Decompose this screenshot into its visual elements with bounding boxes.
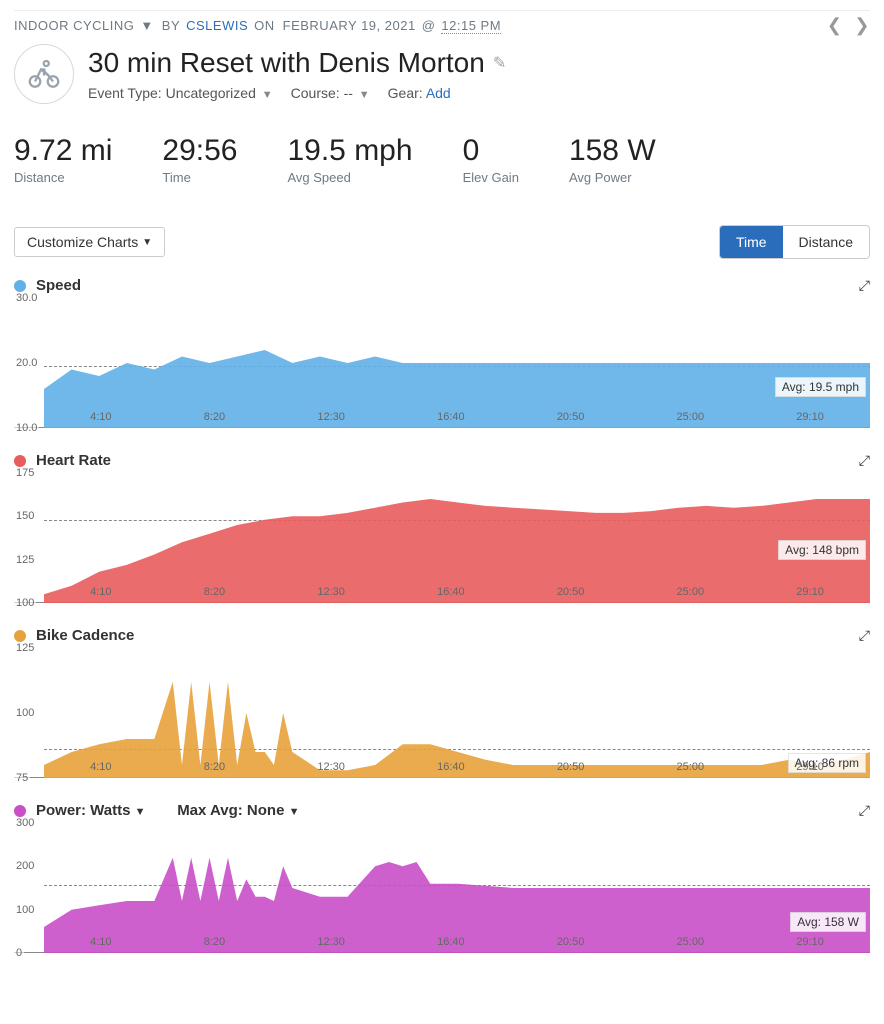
chart-svg — [44, 473, 870, 603]
stat-label: Distance — [14, 170, 112, 185]
gear-field: Gear: Add — [388, 85, 451, 101]
activity-date: FEBRUARY 19, 2021 — [283, 18, 416, 33]
stat-value: 158 W — [569, 134, 656, 168]
chart-hr: Heart Rate ⤢100125150175Avg: 148 bpm4:10… — [14, 452, 870, 603]
chart-area[interactable]: 10.020.030.0Avg: 19.5 mph4:108:2012:3016… — [14, 298, 870, 428]
chart-area[interactable]: 0100200300Avg: 158 W4:108:2012:3016:4020… — [14, 823, 870, 953]
chart-svg — [44, 823, 870, 953]
expand-icon[interactable]: ⤢ — [859, 802, 870, 819]
chart-title-row: Power: Watts ▼ Max Avg: None ▼ ⤢ — [14, 802, 870, 819]
axis-toggle: Time Distance — [719, 225, 870, 259]
breadcrumb-row: INDOOR CYCLING ▼ BY CSLEWIS ON FEBRUARY … — [14, 10, 870, 36]
stat-value: 9.72 mi — [14, 134, 112, 168]
y-tick: 175 — [14, 467, 36, 479]
edit-icon[interactable]: ✎ — [493, 53, 506, 73]
series-color-dot — [14, 630, 26, 642]
y-tick: 125 — [14, 642, 36, 654]
event-type-selector[interactable]: Event Type: Uncategorized ▼ — [88, 85, 273, 101]
stat-label: Avg Speed — [287, 170, 412, 185]
series-color-dot — [14, 280, 26, 292]
at-label: @ — [422, 18, 436, 33]
stat-block: 0 Elev Gain — [463, 134, 519, 185]
avg-badge: Avg: 158 W — [790, 912, 866, 932]
expand-icon[interactable]: ⤢ — [859, 277, 870, 294]
stat-block: 19.5 mph Avg Speed — [287, 134, 412, 185]
gear-add-link[interactable]: Add — [426, 85, 451, 101]
chevron-down-icon: ▼ — [142, 237, 152, 248]
stat-label: Elev Gain — [463, 170, 519, 185]
chevron-down-icon: ▼ — [359, 89, 370, 101]
chart-label: Bike Cadence — [36, 627, 134, 644]
stat-block: 29:56 Time — [162, 134, 237, 185]
stat-label: Avg Power — [569, 170, 656, 185]
y-tick: 10.0 — [14, 422, 39, 434]
axis-time-button[interactable]: Time — [720, 226, 783, 258]
y-tick: 75 — [14, 772, 30, 784]
y-tick: 300 — [14, 817, 36, 829]
chart-title-row: Speed ⤢ — [14, 277, 870, 294]
y-tick: 100 — [14, 707, 36, 719]
course-selector[interactable]: Course: -- ▼ — [291, 85, 370, 101]
y-tick: 100 — [14, 904, 36, 916]
y-tick: 150 — [14, 510, 36, 522]
user-link[interactable]: CSLEWIS — [186, 18, 248, 33]
stat-block: 9.72 mi Distance — [14, 134, 112, 185]
customize-charts-button[interactable]: Customize Charts ▼ — [14, 227, 165, 257]
y-tick: 200 — [14, 860, 36, 872]
activity-title-row: 30 min Reset with Denis Morton ✎ — [88, 47, 506, 79]
y-tick: 0 — [14, 947, 24, 959]
chart-svg — [44, 298, 870, 428]
stat-value: 19.5 mph — [287, 134, 412, 168]
sport-type[interactable]: INDOOR CYCLING — [14, 18, 134, 33]
axis-distance-button[interactable]: Distance — [783, 226, 869, 258]
chevron-down-icon: ▼ — [289, 806, 300, 818]
header: 30 min Reset with Denis Morton ✎ Event T… — [14, 44, 870, 104]
chart-area[interactable]: 75100125Avg: 86 rpm4:108:2012:3016:4020:… — [14, 648, 870, 778]
stat-value: 0 — [463, 134, 519, 168]
chart-dropdown[interactable]: Max Avg: None ▼ — [177, 802, 299, 819]
y-tick: 30.0 — [14, 292, 39, 304]
chart-label: Speed — [36, 277, 81, 294]
on-label: ON — [254, 18, 275, 33]
activity-time[interactable]: 12:15 PM — [441, 18, 501, 34]
prev-activity-icon[interactable]: ❮ — [827, 15, 843, 36]
chart-title-row: Bike Cadence ⤢ — [14, 627, 870, 644]
chevron-down-icon: ▼ — [262, 89, 273, 101]
chart-toolbar: Customize Charts ▼ Time Distance — [14, 225, 870, 259]
chart-svg — [44, 648, 870, 778]
by-label: BY — [162, 18, 180, 33]
avg-badge: Avg: 19.5 mph — [775, 377, 866, 397]
y-tick: 20.0 — [14, 357, 39, 369]
stat-value: 29:56 — [162, 134, 237, 168]
chart-speed: Speed ⤢ 10.020.030.0Avg: 19.5 mph4:108:20… — [14, 277, 870, 428]
next-activity-icon[interactable]: ❯ — [854, 15, 870, 36]
chart-label: Heart Rate — [36, 452, 111, 469]
chevron-down-icon[interactable]: ▼ — [140, 18, 153, 33]
activity-title: 30 min Reset with Denis Morton — [88, 47, 485, 79]
y-tick: 125 — [14, 554, 36, 566]
expand-icon[interactable]: ⤢ — [859, 452, 870, 469]
chart-title-row: Heart Rate ⤢ — [14, 452, 870, 469]
chart-label[interactable]: Power: Watts ▼ — [36, 802, 146, 819]
expand-icon[interactable]: ⤢ — [859, 627, 870, 644]
series-color-dot — [14, 805, 26, 817]
y-tick: 100 — [14, 597, 36, 609]
series-color-dot — [14, 455, 26, 467]
stat-label: Time — [162, 170, 237, 185]
summary-stats: 9.72 mi Distance 29:56 Time 19.5 mph Avg Spee… — [14, 134, 870, 185]
chevron-down-icon: ▼ — [135, 806, 146, 818]
chart-area[interactable]: 100125150175Avg: 148 bpm4:108:2012:3016:… — [14, 473, 870, 603]
cycling-icon — [14, 44, 74, 104]
avg-badge: Avg: 148 bpm — [778, 540, 866, 560]
avg-badge: Avg: 86 rpm — [788, 753, 866, 773]
stat-block: 158 W Avg Power — [569, 134, 656, 185]
chart-cadence: Bike Cadence ⤢ 75100125Avg: 86 rpm4:108:2… — [14, 627, 870, 778]
meta-row: Event Type: Uncategorized ▼ Course: -- ▼… — [88, 85, 506, 101]
chart-power: Power: Watts ▼ Max Avg: None ▼⤢010020030… — [14, 802, 870, 953]
